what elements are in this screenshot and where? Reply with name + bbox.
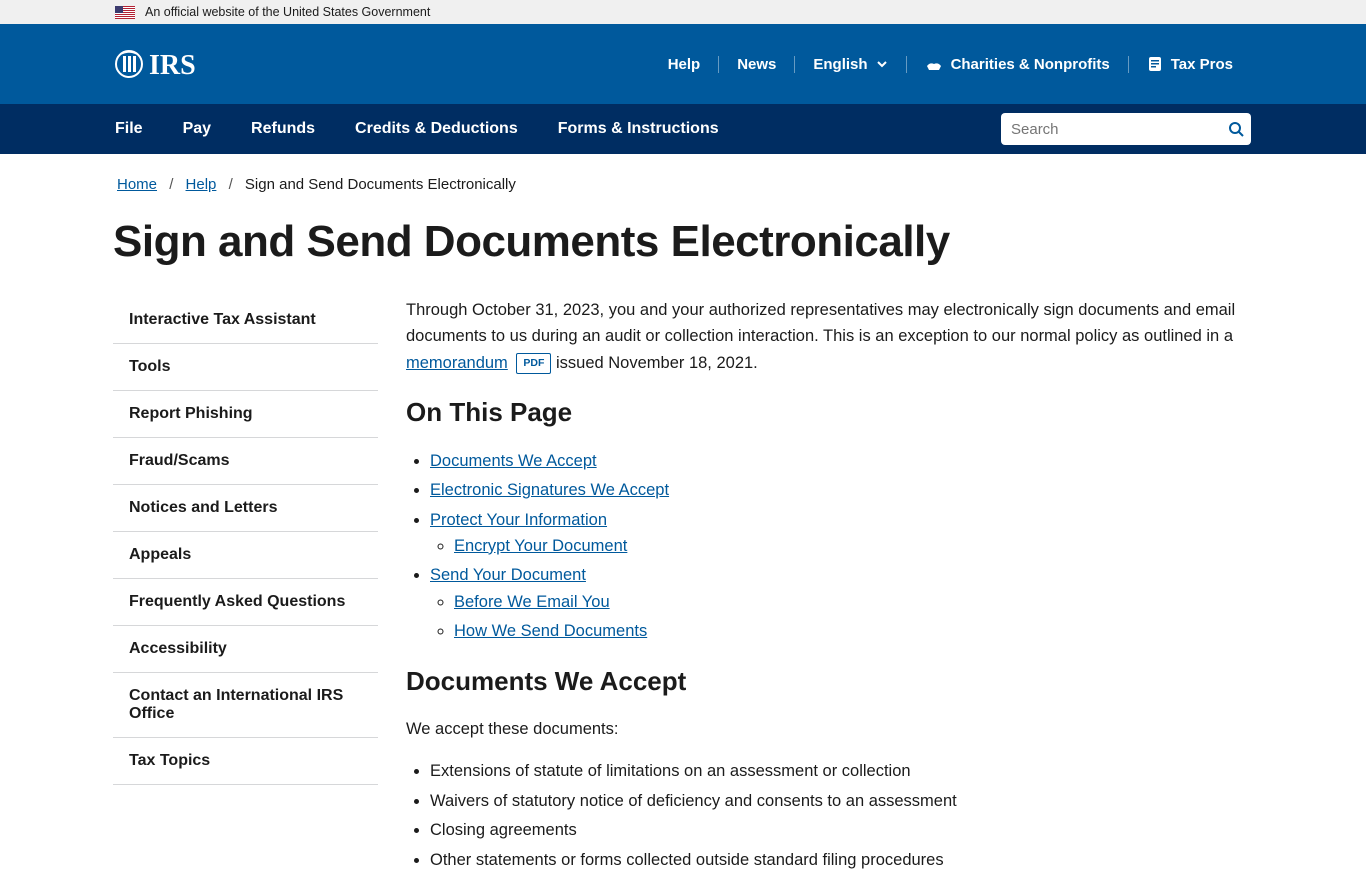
header: IRS Help News English Charities & Nonpro… [0,24,1366,104]
toc-sig-accept[interactable]: Electronic Signatures We Accept [430,481,669,499]
toc-before[interactable]: Before We Email You [454,593,610,611]
gov-banner-text: An official website of the United States… [145,5,430,19]
sidebar-item-tools[interactable]: Tools [113,344,378,391]
sidebar-item-notices[interactable]: Notices and Letters [113,485,378,532]
search-icon [1228,121,1244,137]
search-button[interactable] [1220,113,1251,145]
sidebar-item-appeals[interactable]: Appeals [113,532,378,579]
nav-file[interactable]: File [115,120,143,138]
toc-encrypt[interactable]: Encrypt Your Document [454,537,627,555]
nav-items: File Pay Refunds Credits & Deductions Fo… [115,120,719,138]
sidebar-item-accessibility[interactable]: Accessibility [113,626,378,673]
toc-protect[interactable]: Protect Your Information [430,511,607,529]
memorandum-link[interactable]: memorandum [406,354,508,372]
breadcrumb-current: Sign and Send Documents Electronically [245,176,516,193]
header-link-news[interactable]: News [718,56,794,73]
document-icon [1147,56,1163,72]
header-link-taxpros[interactable]: Tax Pros [1128,56,1251,73]
main-nav: File Pay Refunds Credits & Deductions Fo… [0,104,1366,154]
nav-pay[interactable]: Pay [183,120,211,138]
docs-item: Closing agreements [430,817,1253,843]
breadcrumb: Home / Help / Sign and Send Documents El… [113,154,1253,193]
sidebar-item-taxtopics[interactable]: Tax Topics [113,738,378,785]
main-content: Through October 31, 2023, you and your a… [406,297,1253,889]
search-box [1001,113,1251,145]
sidebar-item-ita[interactable]: Interactive Tax Assistant [113,297,378,344]
on-this-page-heading: On This Page [406,392,1253,434]
gov-banner: An official website of the United States… [0,0,1366,24]
header-link-help[interactable]: Help [650,56,719,73]
sidebar-item-fraud[interactable]: Fraud/Scams [113,438,378,485]
nav-refunds[interactable]: Refunds [251,120,315,138]
sidebar-item-faq[interactable]: Frequently Asked Questions [113,579,378,626]
nav-forms[interactable]: Forms & Instructions [558,120,719,138]
toc-list: Documents We Accept Electronic Signature… [430,448,1253,645]
header-links: Help News English Charities & Nonprofits… [650,56,1251,73]
docs-item: Waivers of statutory notice of deficienc… [430,788,1253,814]
chevron-down-icon [876,58,888,70]
docs-item: Other statements or forms collected outs… [430,847,1253,873]
docs-accept-heading: Documents We Accept [406,661,1253,703]
svg-text:IRS: IRS [149,50,196,81]
header-link-charities[interactable]: Charities & Nonprofits [906,56,1128,73]
sidebar-item-phishing[interactable]: Report Phishing [113,391,378,438]
docs-intro: We accept these documents: [406,716,1253,742]
intro-paragraph: Through October 31, 2023, you and your a… [406,297,1253,376]
sidebar-item-international[interactable]: Contact an International IRS Office [113,673,378,738]
header-link-language[interactable]: English [794,56,905,73]
breadcrumb-help[interactable]: Help [186,176,217,193]
nav-credits[interactable]: Credits & Deductions [355,120,518,138]
page-title: Sign and Send Documents Electronically [113,217,1253,267]
docs-list: Extensions of statute of limitations on … [430,758,1253,873]
search-input[interactable] [1001,121,1220,138]
us-flag-icon [115,6,135,19]
hands-icon [925,56,943,72]
toc-send[interactable]: Send Your Document [430,566,586,584]
irs-logo[interactable]: IRS [115,44,215,84]
toc-how-send[interactable]: How We Send Documents [454,622,647,640]
toc-docs-accept[interactable]: Documents We Accept [430,452,597,470]
sidebar: Interactive Tax Assistant Tools Report P… [113,297,378,785]
pdf-badge: PDF [516,353,551,374]
breadcrumb-home[interactable]: Home [117,176,157,193]
docs-item: Extensions of statute of limitations on … [430,758,1253,784]
